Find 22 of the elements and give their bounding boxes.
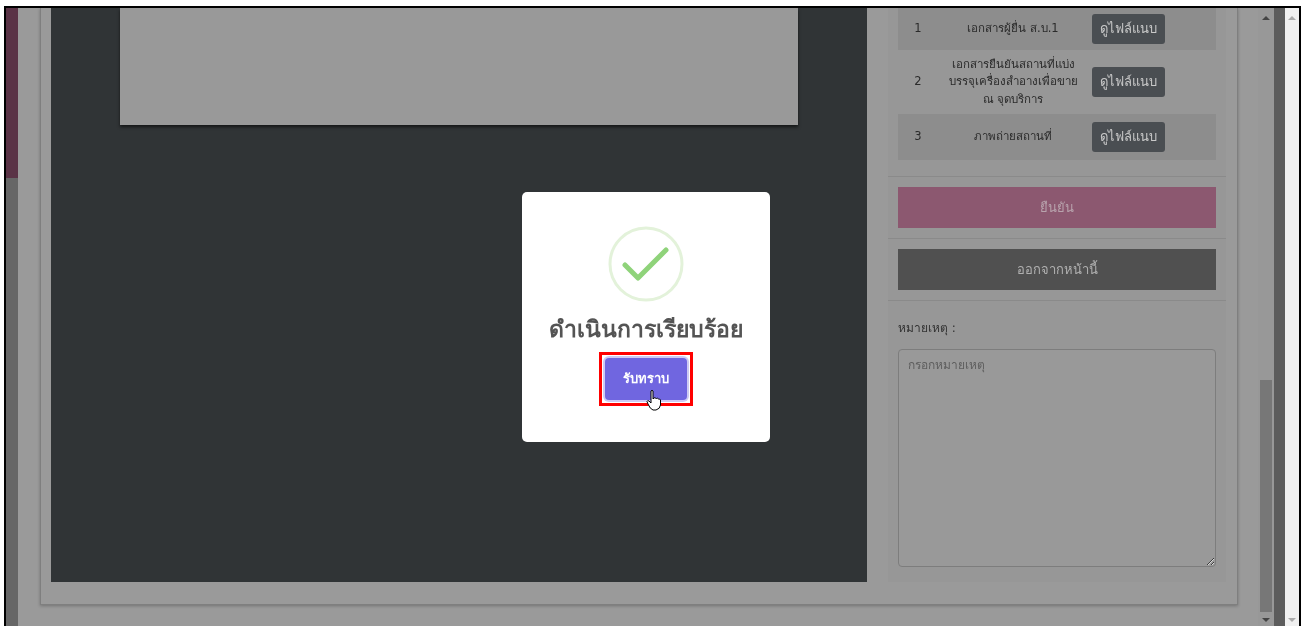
scroll-up-icon[interactable] [1261,14,1271,22]
check-icon [608,226,684,302]
scroll-down-icon[interactable] [1287,616,1297,624]
remark-label: หมายเหตุ : [898,320,957,337]
remark-field[interactable]: กรอกหมายเหตุ [898,349,1216,567]
acknowledge-button[interactable]: รับทราบ [605,357,687,400]
dialog-title: ดำเนินการเรียบร้อย [549,315,743,344]
document-name: เอกสารยืนยันสถานที่แบ่งบรรจุเครื่องสำอางเพื่อขาย ณ จุดบริการ [947,55,1079,108]
scrollbar[interactable] [1285,8,1299,626]
document-name: เอกสารผู้ยื่น ส.บ.1 [966,19,1060,38]
view-attachment-button[interactable]: ดูไฟล์แนบ [1092,122,1165,152]
row-number: 3 [913,128,923,146]
scroll-up-icon[interactable] [1287,14,1297,22]
row-number: 2 [913,73,923,91]
hand-cursor-icon [646,388,662,411]
exit-button[interactable]: ออกจากหน้านี้ [898,249,1216,290]
scrollbar-thumb[interactable] [1260,380,1272,612]
document-name: ภาพถ่ายสถานที่ [973,127,1053,146]
row-number: 1 [913,20,923,38]
view-attachment-button[interactable]: ดูไฟล์แนบ [1092,14,1165,44]
view-attachment-button[interactable]: ดูไฟล์แนบ [1092,67,1165,97]
scroll-down-icon[interactable] [1261,616,1271,624]
